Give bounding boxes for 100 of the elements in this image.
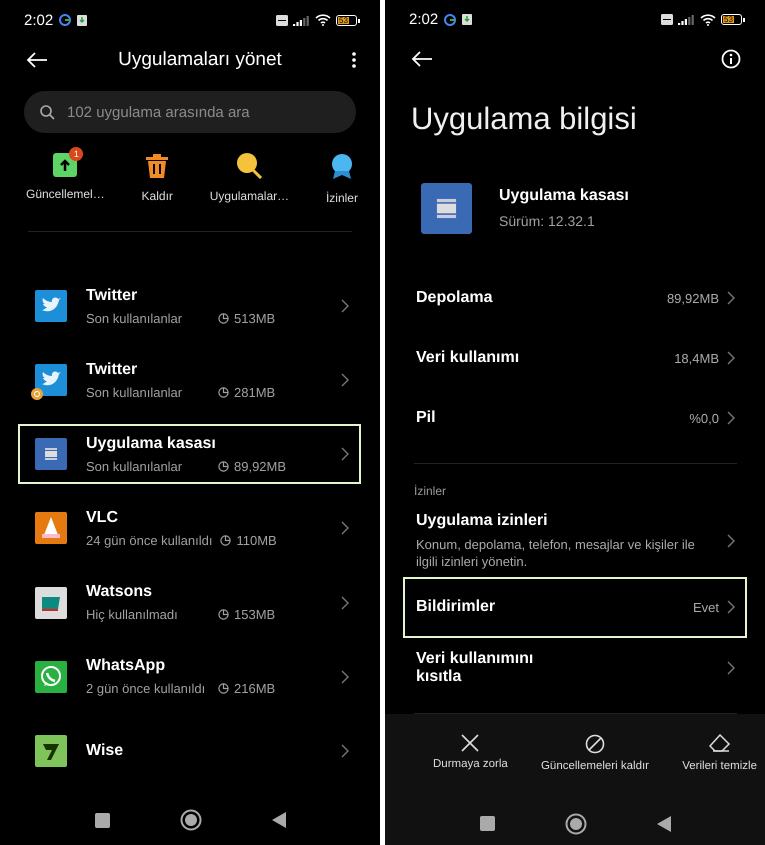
- signal-icon: [293, 14, 310, 26]
- app-name: Watsons: [86, 583, 154, 602]
- app-icon: [35, 290, 67, 322]
- app-row[interactable]: Uygulama kasası Son kullanılanlar 89,92MB: [18, 424, 361, 484]
- action-button[interactable]: Verileri temizle: [682, 734, 757, 802]
- search-field[interactable]: 102 uygulama arasında ara: [65, 102, 340, 122]
- screen-title: Uygulamaları yönet: [118, 49, 282, 71]
- count-badge: 1: [69, 147, 84, 161]
- quick-action[interactable]: 1 Güncellemel…: [26, 145, 105, 201]
- app-name: Twitter: [86, 286, 138, 305]
- app-row[interactable]: Twitter Son kullanılanlar 281MB: [18, 350, 361, 410]
- last-used-text: Son kullanılanlar: [86, 384, 184, 400]
- home-button[interactable]: [180, 809, 202, 831]
- quick-action[interactable]: İzinler: [326, 145, 358, 205]
- chevron-icon: [341, 299, 349, 314]
- action-button[interactable]: Güncellemeleri kaldır: [540, 734, 649, 802]
- close-icon: [461, 734, 480, 752]
- row-value: %0,0: [689, 410, 719, 426]
- status-time: 2:02: [409, 11, 438, 28]
- screen-title: Uygulama bilgisi: [410, 100, 638, 137]
- last-used-text: Son kullanılanlar: [86, 310, 184, 326]
- app-icon: [421, 182, 472, 234]
- app-row[interactable]: Watsons Hiç kullanılmadı 153MB: [18, 572, 361, 633]
- app-icon: [35, 438, 67, 470]
- quick-action[interactable]: Kaldır: [142, 145, 173, 203]
- app-version: Sürüm: 12.32.1: [499, 213, 595, 230]
- storage-pie-icon: [218, 386, 229, 398]
- status-time: 2:02: [24, 12, 54, 28]
- back-arrow-icon[interactable]: [411, 51, 433, 68]
- permission-row[interactable]: Veri kullanımını kısıtla: [403, 638, 747, 700]
- app-size: 110MB: [236, 532, 277, 548]
- section-title: İzinler: [413, 482, 448, 500]
- download-icon: [77, 14, 88, 26]
- wifi-icon: [315, 14, 331, 26]
- row-value: 18,4MB: [674, 350, 719, 366]
- info-row[interactable]: Veri kullanımı 18,4MB: [403, 328, 747, 388]
- download-icon: [462, 14, 472, 26]
- permission-row[interactable]: Bildirimler Evet: [403, 576, 747, 638]
- chevron-icon: [341, 521, 349, 536]
- app-name: Wise: [86, 742, 124, 760]
- signal-icon: [678, 14, 695, 26]
- search-bar[interactable]: 102 uygulama arasında ara: [24, 91, 356, 133]
- app-row[interactable]: VLC 24 gün önce kullanıldı 110MB: [18, 498, 361, 559]
- battery-level: 53: [723, 16, 734, 24]
- back-arrow-icon[interactable]: [26, 52, 48, 68]
- app-icon: [35, 586, 67, 619]
- storage-pie-icon: [218, 312, 229, 324]
- app-size: 153MB: [234, 607, 276, 622]
- eraser-icon: [708, 734, 731, 754]
- chevron-icon: [341, 596, 349, 610]
- app-icon: [35, 660, 67, 693]
- storage-pie-icon: [220, 534, 232, 546]
- info-row[interactable]: Depolama 89,92MB: [403, 268, 747, 328]
- info-icon[interactable]: [721, 49, 741, 70]
- last-used-text: Hiç kullanılmadı: [86, 607, 179, 622]
- row-description: Konum, depolama, telefon, mesajlar ve kişiler ile ilgili izinleri yönetin.: [416, 536, 696, 570]
- app-name: WhatsApp: [86, 657, 166, 676]
- app-size: 216MB: [234, 681, 276, 696]
- trash-icon: [144, 153, 170, 179]
- app-name: Uygulama kasası: [86, 434, 217, 453]
- back-button[interactable]: [656, 816, 670, 832]
- recents-button[interactable]: [94, 812, 110, 828]
- chevron-icon: [341, 744, 349, 758]
- app-name: Uygulama kasası: [499, 187, 629, 206]
- wifi-icon: [700, 14, 716, 26]
- app-size: 281MB: [234, 384, 276, 400]
- app-size: 513MB: [234, 310, 276, 326]
- back-button[interactable]: [272, 812, 286, 828]
- more-options-icon[interactable]: [352, 52, 356, 68]
- storage-pie-icon: [218, 683, 229, 694]
- block-icon: [584, 734, 605, 754]
- info-row[interactable]: Pil %0,0: [403, 388, 747, 449]
- app-icon: [35, 364, 67, 396]
- app-name: Twitter: [86, 360, 138, 379]
- last-used-text: 2 gün önce kullanıldı: [86, 681, 206, 696]
- chevron-icon: [727, 534, 735, 548]
- permission-row[interactable]: Uygulama izinleri Konum, depolama, telefon, mesajlar ve kişiler ile ilgili izinleri yönetin.: [403, 506, 747, 577]
- app-row[interactable]: Twitter Son kullanılanlar 513MB: [18, 276, 361, 336]
- chevron-icon: [727, 600, 735, 614]
- action-button[interactable]: Durmaya zorla: [433, 734, 508, 802]
- search-icon: [40, 104, 55, 120]
- chevron-icon: [341, 373, 349, 388]
- battery-level: 53: [338, 16, 349, 24]
- last-used-text: 24 gün önce kullanıldı: [86, 532, 214, 548]
- storage-pie-icon: [218, 609, 229, 620]
- quick-action[interactable]: Uygulamalar…: [210, 145, 290, 203]
- app-row[interactable]: WhatsApp 2 gün önce kullanıldı 216MB: [18, 646, 361, 707]
- storage-pie-icon: [218, 460, 229, 472]
- chevron-icon: [341, 447, 349, 462]
- recents-button[interactable]: [480, 816, 494, 832]
- chevron-icon: [727, 661, 735, 676]
- row-value: 89,92MB: [666, 290, 719, 306]
- chevron-icon: [341, 670, 349, 684]
- chevron-icon: [727, 291, 735, 306]
- row-value: Evet: [692, 600, 719, 615]
- chevron-icon: [727, 411, 735, 426]
- app-name: VLC: [86, 508, 119, 527]
- app-row[interactable]: Wise: [18, 720, 361, 781]
- magnifier-icon: [235, 153, 264, 179]
- home-button[interactable]: [564, 812, 586, 835]
